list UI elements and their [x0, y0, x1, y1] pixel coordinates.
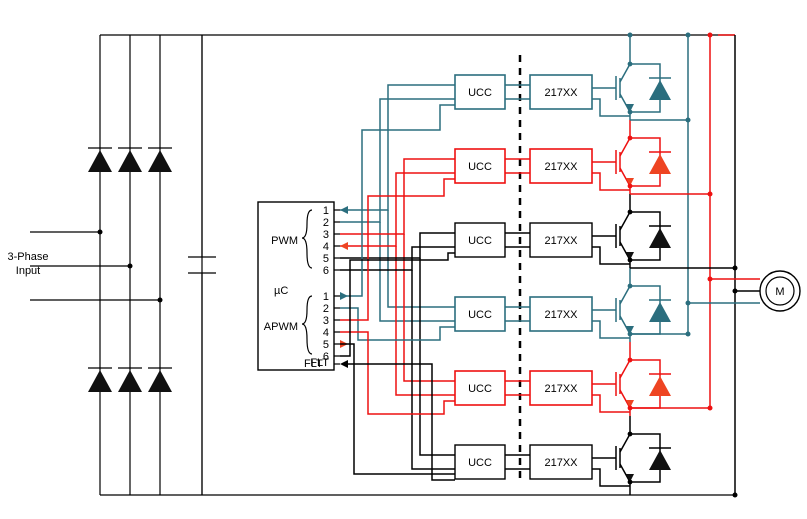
motor: M [688, 271, 800, 311]
svg-text:2: 2 [323, 217, 329, 229]
svg-text:217XX: 217XX [544, 383, 578, 395]
igbt-2 [604, 120, 671, 194]
uc-label: µC [274, 285, 288, 297]
rectifier-diode-a-top [88, 148, 112, 172]
svg-text:217XX: 217XX [544, 457, 578, 469]
igbt-6 [604, 416, 671, 495]
driver-row-6: UCC 217XX [455, 445, 592, 479]
inverter-diagram: 3-Phase Input 1 2 3 4 5 6 PWM µC 1 2 3 4… [0, 0, 807, 519]
svg-text:2: 2 [323, 303, 329, 315]
svg-text:UCC: UCC [468, 383, 492, 395]
svg-text:UCC: UCC [468, 87, 492, 99]
svg-text:217XX: 217XX [544, 87, 578, 99]
three-phase-input: 3-Phase Input [8, 230, 163, 303]
svg-text:4: 4 [323, 241, 329, 253]
rectifier-diode-c-bot [148, 368, 172, 392]
svg-text:UCC: UCC [468, 235, 492, 247]
driver-row-5: UCC 217XX [455, 371, 592, 405]
motor-label: M [775, 286, 784, 298]
svg-text:217XX: 217XX [544, 309, 578, 321]
svg-text:5: 5 [323, 339, 329, 351]
pwm-label: PWM [271, 235, 298, 247]
svg-text:UCC: UCC [468, 161, 492, 173]
rectifier-diode-b-top [118, 148, 142, 172]
driver-row-2: UCC 217XX [455, 149, 592, 183]
pwm-wiring [340, 85, 455, 469]
rectifier-diode-c-top [148, 148, 172, 172]
svg-text:UCC: UCC [468, 309, 492, 321]
svg-text:3: 3 [323, 315, 329, 327]
fault-label-real: FLT [304, 358, 323, 370]
svg-text:217XX: 217XX [544, 161, 578, 173]
apwm-wiring [340, 105, 455, 474]
svg-text:5: 5 [323, 253, 329, 265]
svg-text:3: 3 [323, 229, 329, 241]
input-label-2: Input [16, 265, 40, 277]
apwm-label: APWM [264, 321, 298, 333]
svg-text:217XX: 217XX [544, 235, 578, 247]
svg-text:4: 4 [323, 327, 329, 339]
igbt-1 [604, 35, 671, 120]
igbt-3 [604, 194, 671, 268]
driver-row-1: UCC 217XX [455, 75, 592, 109]
svg-text:6: 6 [323, 265, 329, 277]
igbt-5 [604, 342, 671, 416]
igbt-4 [604, 268, 671, 342]
svg-text:1: 1 [323, 291, 329, 303]
microcontroller: 1 2 3 4 5 6 PWM µC 1 2 3 4 5 6 APWM FLT [258, 202, 340, 370]
svg-text:1: 1 [323, 205, 329, 217]
rectifier-diode-a-bot [88, 368, 112, 392]
driver-row-4: UCC 217XX [455, 297, 592, 331]
input-label-1: 3-Phase [8, 251, 49, 263]
fault-arrow-icon [340, 360, 348, 368]
svg-text:UCC: UCC [468, 457, 492, 469]
driver-row-3: UCC 217XX [455, 223, 592, 257]
rectifier-diode-b-bot [118, 368, 142, 392]
